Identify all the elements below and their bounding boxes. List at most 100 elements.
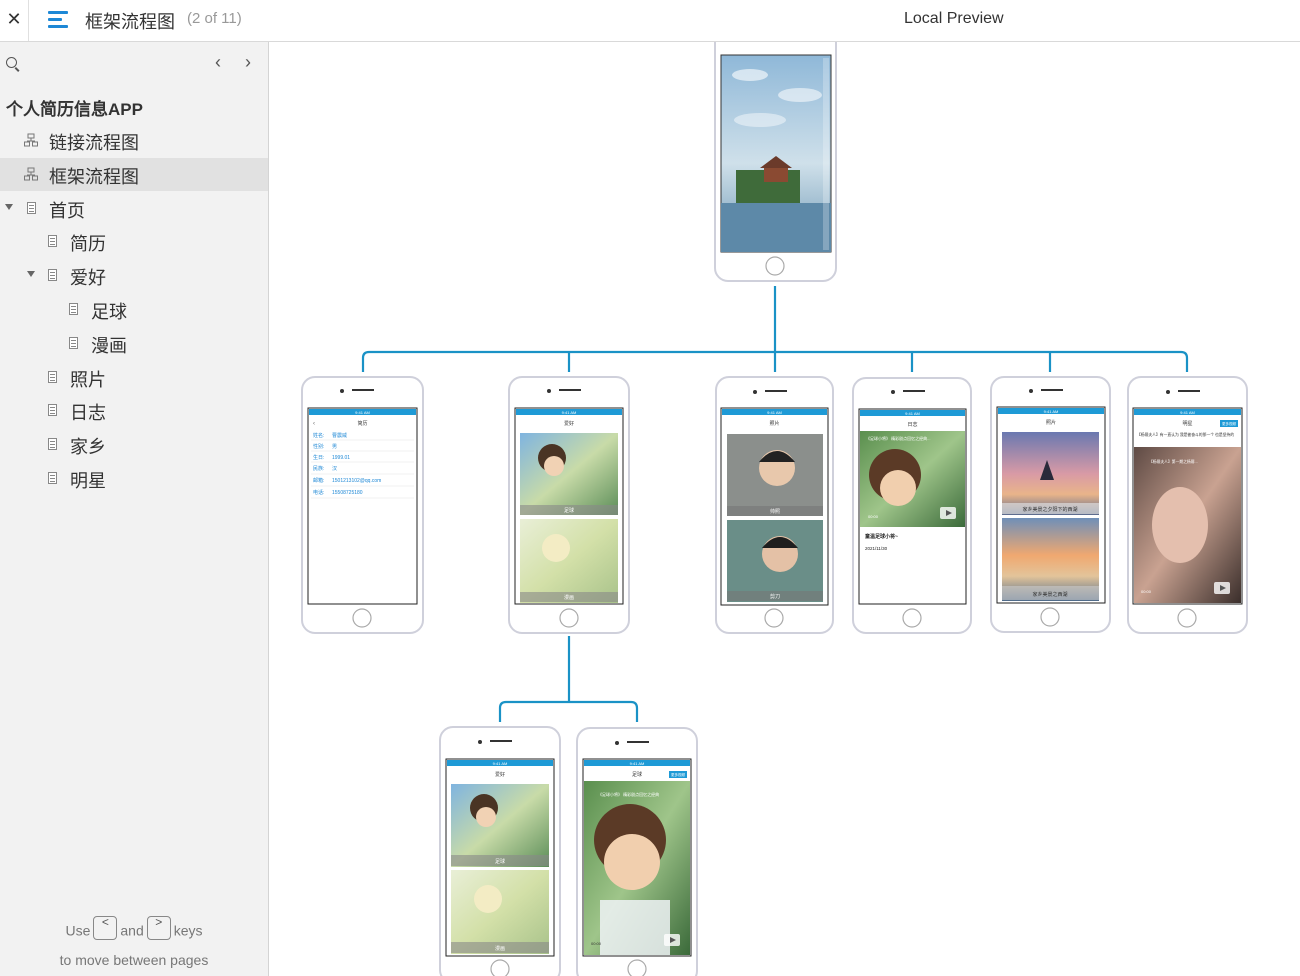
sidebar-item-link-flow[interactable]: 链接流程图 (0, 124, 268, 157)
page-icon (48, 269, 57, 281)
screen-title: 简历 (357, 420, 367, 427)
screen-title: 爱好 (564, 420, 574, 427)
football-anime-image[interactable] (451, 784, 549, 867)
status-time: 9:41 AM (630, 761, 645, 766)
status-time: 9:41 AM (355, 410, 370, 415)
top-bar: ✕ 框架流程图 (2 of 11) Local Preview (0, 0, 1300, 42)
phone-diary[interactable]: 9:41 AM 日志 《足球小将》 精彩剧点回忆之经典... 00:00 童温足… (852, 377, 972, 634)
sidebar-item-football[interactable]: 足球 (0, 293, 268, 326)
phone-photos[interactable]: 9:41 AM 照片 帅照 剪刀 (715, 376, 834, 634)
status-time: 9:41 AM (562, 410, 577, 415)
field-value: 汉 (332, 465, 337, 472)
image-caption: 漫画 (564, 594, 574, 601)
keyboard-hint-line2: to move between pages (59, 952, 209, 968)
field-value: 1999.01 (332, 455, 350, 461)
status-time: 9:41 AM (1180, 410, 1195, 415)
football-anime-image[interactable] (520, 433, 618, 515)
hint-text: Use (65, 922, 91, 939)
video-caption: 《足球小将》 精彩剧点回忆之经典... (866, 435, 930, 441)
phone-hobby[interactable]: 9:41 AM 爱好 足球 漫画 (508, 376, 630, 634)
next-page-button[interactable]: › (245, 52, 251, 73)
sidebar-item-label: 家乡 (70, 437, 106, 457)
screen-title: 照片 (1046, 419, 1056, 426)
phone-football[interactable]: 9:41 AM 足球 更多视频 《足球小将》 精彩剧点回忆之经典 00:00 (576, 727, 698, 976)
sidebar-item-hometown[interactable]: 家乡 (0, 428, 268, 461)
keyboard-hint: Use<and>keys (0, 916, 268, 944)
sidebar-item-label: 日志 (70, 403, 106, 423)
status-time: 9:41 AM (767, 410, 782, 415)
phone-hometown[interactable]: 9:41 AM 照片 家乡美景之夕阳下的西湖 家乡美景之西湖 (990, 376, 1111, 633)
prev-page-button[interactable]: ‹ (215, 52, 221, 73)
flow-icon (24, 167, 38, 181)
field-label: 性别: (313, 443, 324, 450)
video-caption: 【杨幂夫人】第一期之杨幂... (1149, 459, 1198, 464)
prev-key-icon: < (93, 916, 118, 940)
page-icon (48, 472, 57, 484)
field-label: 电话: (313, 489, 324, 496)
phone-resume[interactable]: 9:41 AM 简历 ‹ 姓名: 曹震威 性别: 男 生日: 1999.01 民族: 汉… (301, 376, 424, 634)
status-time: 9:41 AM (1044, 409, 1059, 414)
comic-image[interactable] (451, 870, 549, 954)
page-icon (69, 337, 78, 349)
comic-image[interactable] (520, 519, 618, 603)
video-caption: 《足球小将》 精彩剧点回忆之经典 (598, 791, 659, 797)
sidebar-item-hobby[interactable]: 爱好 (0, 259, 268, 292)
project-title: 个人简历信息APP (6, 100, 143, 119)
field-label: 姓名: (313, 432, 324, 439)
sidebar-item-label: 首页 (49, 201, 85, 221)
phone-home[interactable] (714, 42, 837, 282)
sidebar-item-label: 明星 (70, 471, 106, 491)
page-icon (27, 202, 36, 214)
sidebar-item-comic[interactable]: 漫画 (0, 327, 268, 360)
page-icon (48, 371, 57, 383)
sidebar-item-label: 照片 (70, 370, 106, 390)
phone-hobby-detail[interactable]: 9:41 AM 爱好 足球 漫画 (439, 726, 561, 976)
field-value: 15508725180 (332, 490, 363, 496)
image-caption: 漫画 (495, 945, 505, 952)
screen-title: 明星 (1182, 421, 1192, 427)
phone-star[interactable]: 9:41 AM 明星 更多视频 【杨幂夫人】有一直认为 我是被奋斗的那一个 也是… (1127, 376, 1248, 634)
sidebar-item-home[interactable]: 首页 (0, 192, 268, 225)
hint-text: keys (173, 922, 203, 939)
flow-icon (24, 133, 38, 147)
sidebar-item-resume[interactable]: 简历 (0, 225, 268, 258)
field-label: 邮箱: (313, 477, 324, 484)
expand-arrow-icon[interactable] (27, 271, 35, 277)
hamburger-menu-icon[interactable] (48, 11, 68, 29)
sidebar-item-label: 漫画 (91, 336, 127, 356)
back-icon[interactable]: ‹ (313, 421, 315, 427)
page-icon (48, 235, 57, 247)
image-caption: 足球 (495, 858, 505, 865)
search-icon[interactable] (6, 57, 17, 68)
page-icon (69, 303, 78, 315)
close-button[interactable]: ✕ (0, 0, 29, 41)
sidebar-item-label: 链接流程图 (49, 133, 139, 153)
sidebar-item-label: 简历 (70, 234, 106, 254)
preview-canvas[interactable]: 9:41 AM 简历 ‹ 姓名: 曹震威 性别: 男 生日: 1999.01 民族: 汉… (269, 42, 1300, 976)
more-videos-label: 更多视频 (1222, 421, 1237, 426)
post-date: 2021/11/30 (865, 546, 888, 551)
page-icon (48, 438, 57, 450)
post-title: 童温足球小将~ (865, 533, 898, 540)
page-title: 框架流程图 (85, 12, 175, 32)
sidebar-item-frame-flow[interactable]: 框架流程图 (0, 158, 268, 191)
sidebar-item-diary[interactable]: 日志 (0, 394, 268, 427)
preview-title: Local Preview (904, 10, 1004, 27)
video-time: 00:00 (1141, 589, 1152, 594)
field-label: 民族: (313, 465, 324, 472)
sidebar-item-star[interactable]: 明星 (0, 462, 268, 495)
sidebar-item-photos[interactable]: 照片 (0, 361, 268, 394)
field-value: 男 (332, 444, 337, 450)
screen-title: 足球 (632, 771, 642, 778)
video-time: 00:00 (868, 514, 879, 519)
sidebar-item-label: 框架流程图 (49, 167, 139, 187)
more-videos-label: 更多视频 (671, 772, 685, 777)
expand-arrow-icon[interactable] (5, 204, 13, 210)
image-caption: 足球 (564, 507, 574, 514)
video-time: 00:00 (591, 941, 602, 946)
sidebar-item-label: 足球 (91, 302, 127, 322)
image-caption: 帅照 (770, 508, 780, 515)
page-icon (48, 404, 57, 416)
sidebar-item-label: 爱好 (70, 268, 106, 288)
sidebar: ‹ › 个人简历信息APP 链接流程图 框架流程图 首页 简历 爱好 足球 漫画… (0, 42, 269, 976)
